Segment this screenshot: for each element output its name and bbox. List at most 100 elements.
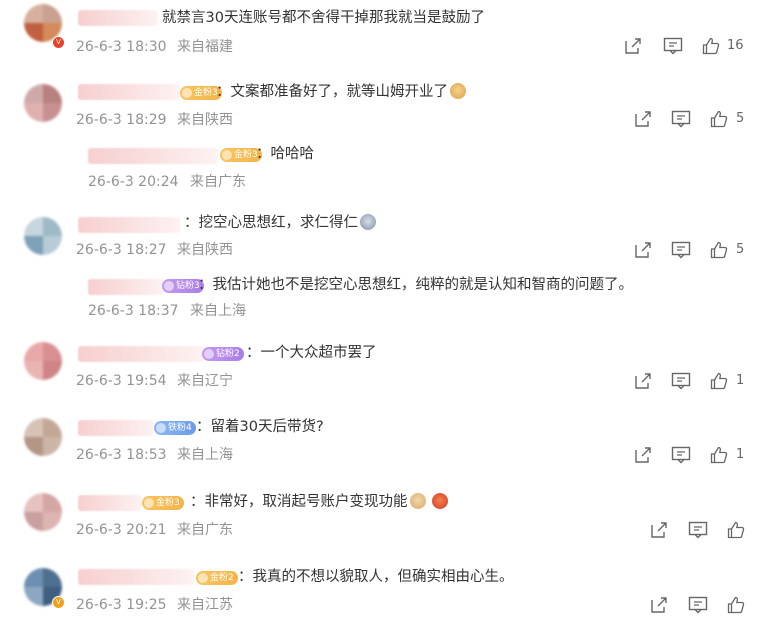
comment-icon (671, 241, 691, 259)
username[interactable] (78, 84, 180, 100)
comment-6: 金粉3 ：非常好，取消起号账户变现功能 26-6-3 20:21 来自广东 (0, 485, 771, 557)
verified-badge-icon: V (52, 596, 65, 609)
comment-button[interactable] (671, 446, 691, 464)
comment-text: ：我真的不想以貌取人，但确实相由心生。 (238, 569, 514, 585)
comment-text: ：一个大众超市罢了 (246, 345, 377, 361)
like-button[interactable] (702, 37, 722, 55)
username[interactable] (88, 279, 164, 295)
angry-emoji-icon (431, 493, 448, 509)
fan-badge-label: 金粉3 (194, 88, 218, 98)
username[interactable] (78, 569, 194, 585)
username[interactable] (78, 420, 154, 436)
share-button[interactable] (634, 446, 654, 464)
doge-emoji-icon (450, 83, 466, 99)
fan-badge-icon (198, 573, 208, 583)
share-button[interactable] (634, 110, 654, 128)
fan-badge-label: 钻粉3 (176, 281, 200, 291)
fan-badge-label: 金粉2 (210, 573, 234, 583)
comment-date: 26-6-3 18:29 (76, 112, 167, 128)
share-button[interactable] (634, 241, 654, 259)
fan-badge-icon (222, 150, 232, 160)
fan-badge-icon (182, 88, 192, 98)
comment-text-content: ：文案都准备好了，就等山姆开业了 (216, 84, 448, 100)
like-icon (710, 110, 728, 128)
comment-7: V 金粉2 ：我真的不想以貌取人，但确实相由心生。 26-6-3 19:25 来… (0, 560, 771, 627)
comment-date: 26-6-3 20:21 (76, 522, 167, 538)
comment-text: ：留着30天后带货? (196, 419, 324, 435)
like-count: 5 (736, 111, 745, 126)
reply-text: ：我估计她也不是挖空心思想红，纯粹的就是认知和智商的问题了。 (198, 277, 633, 293)
fan-badge-label: 铁粉4 (168, 423, 192, 433)
like-icon (710, 241, 728, 259)
fan-badge-label: 金粉3 (156, 498, 180, 508)
comment-location: 来自陕西 (177, 112, 233, 128)
share-button[interactable] (634, 372, 654, 390)
fan-badge: 钻粉2 (202, 347, 244, 361)
like-count: 5 (736, 242, 745, 257)
comment-location: 来自江苏 (177, 597, 233, 613)
comment-button[interactable] (688, 596, 708, 614)
comment-location: 来自福建 (177, 39, 233, 55)
like-button[interactable] (727, 521, 747, 539)
username[interactable] (78, 346, 204, 362)
fan-badge: 铁粉4 (154, 421, 196, 435)
avatar[interactable] (24, 84, 62, 122)
like-button[interactable] (710, 110, 730, 128)
like-button[interactable] (710, 372, 730, 390)
comment-icon (688, 596, 708, 614)
comment-4: 钻粉2 ：一个大众超市罢了 26-6-3 19:54 来自辽宁 1 (0, 336, 771, 406)
fan-badge: 金粉3 (142, 496, 184, 510)
username[interactable] (78, 10, 158, 26)
avatar[interactable] (24, 217, 62, 255)
share-icon (635, 111, 651, 127)
username[interactable] (88, 148, 218, 164)
crying-emoji-icon (360, 214, 376, 230)
fan-badge-icon (204, 349, 214, 359)
comment-date: 26-6-3 18:27 (76, 242, 167, 258)
comment-location: 来自辽宁 (177, 373, 233, 389)
comment-2: 金粉3 ：文案都准备好了，就等山姆开业了 26-6-3 18:29 来自陕西 5… (0, 70, 771, 210)
comment-text-content: ：非常好，取消起号账户变现功能 (190, 494, 408, 510)
username[interactable] (78, 495, 142, 511)
comment-5: 铁粉4 ：留着30天后带货? 26-6-3 18:53 来自上海 1 (0, 410, 771, 482)
share-icon (625, 38, 641, 54)
reply-location: 来自上海 (190, 303, 246, 319)
comment-date: 26-6-3 19:54 (76, 373, 167, 389)
share-icon (651, 522, 667, 538)
share-button[interactable] (624, 37, 644, 55)
share-button[interactable] (650, 521, 670, 539)
avatar[interactable] (24, 342, 62, 380)
reply-date: 26-6-3 18:37 (88, 303, 179, 319)
comment-icon (671, 372, 691, 390)
fan-badge-icon (144, 498, 154, 508)
like-button[interactable] (727, 596, 747, 614)
like-count: 16 (727, 38, 744, 53)
comment-icon (671, 446, 691, 464)
reply-date: 26-6-3 20:24 (88, 174, 179, 190)
fan-badge-label: 金粉3 (234, 150, 258, 160)
share-icon (635, 373, 651, 389)
comment-text: ：文案都准备好了，就等山姆开业了 (216, 82, 466, 102)
comment-button[interactable] (663, 37, 683, 55)
like-button[interactable] (710, 446, 730, 464)
comment-3: ：挖空心思想红，求仁得仁 26-6-3 18:27 来自陕西 5 钻粉3 ：我估… (0, 205, 771, 335)
share-icon (635, 447, 651, 463)
username[interactable] (78, 217, 180, 233)
avatar[interactable] (24, 418, 62, 456)
comment-button[interactable] (688, 521, 708, 539)
comment-text: 就禁言30天连账号都不舍得干掉那我就当是鼓励了 (162, 10, 485, 26)
like-icon (710, 372, 728, 390)
comment-button[interactable] (671, 241, 691, 259)
fan-badge-icon (156, 423, 166, 433)
reply-text: ：哈哈哈 (256, 146, 314, 162)
share-button[interactable] (650, 596, 670, 614)
comment-location: 来自广东 (177, 522, 233, 538)
fan-badge-label: 钻粉2 (216, 349, 240, 359)
comment-button[interactable] (671, 110, 691, 128)
fan-badge-icon (164, 281, 174, 291)
clap-emoji-icon (409, 493, 426, 509)
like-icon (702, 37, 720, 55)
comment-button[interactable] (671, 372, 691, 390)
avatar[interactable] (24, 493, 62, 531)
like-button[interactable] (710, 241, 730, 259)
